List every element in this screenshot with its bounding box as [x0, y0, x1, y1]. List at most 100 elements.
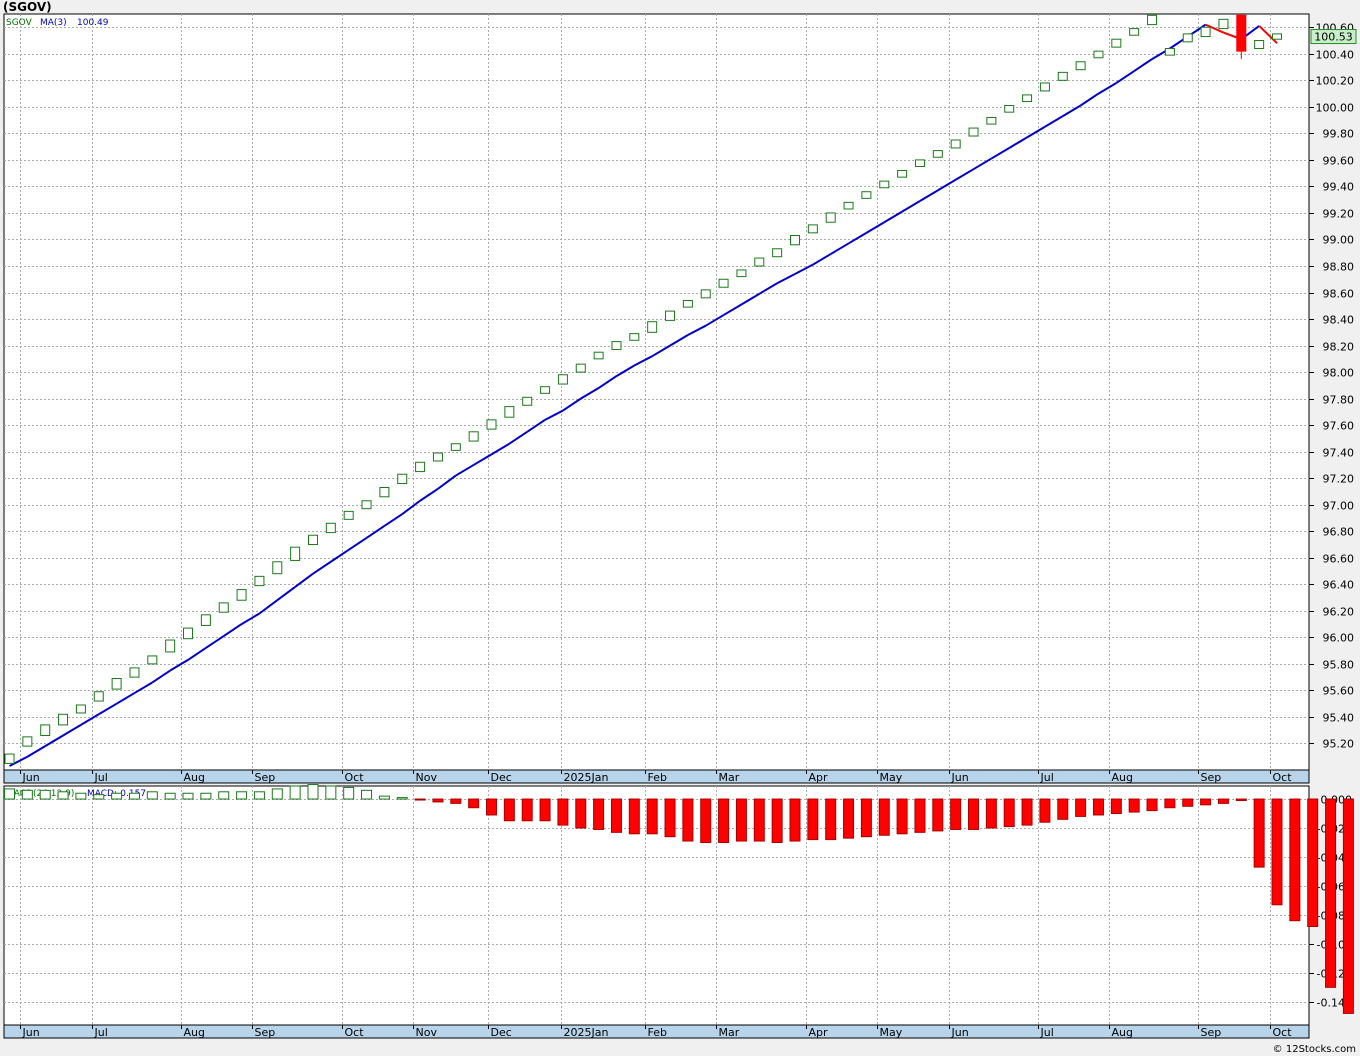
macd-bar — [75, 792, 87, 800]
price-x-tick-label: Oct — [1273, 771, 1293, 784]
candle — [736, 269, 747, 278]
macd-bar — [771, 798, 783, 843]
price-y-tick-label: 99.40 — [1323, 181, 1355, 194]
macd-bar — [1325, 798, 1337, 988]
macd-bar — [1342, 798, 1354, 1014]
candle — [700, 289, 711, 299]
macd-bar — [843, 798, 855, 839]
macd-bar — [503, 798, 515, 822]
macd-bar — [1271, 798, 1283, 906]
price-y-tick-label: 96.40 — [1323, 579, 1355, 592]
candle — [1272, 33, 1282, 40]
macd-bar — [825, 798, 837, 841]
macd-bar — [896, 798, 908, 835]
macd-bar — [1307, 798, 1319, 928]
macd-bar — [1164, 798, 1176, 809]
candle — [218, 602, 229, 613]
candle — [1004, 105, 1015, 113]
macd-bar — [521, 798, 533, 822]
macd-bar — [468, 798, 480, 809]
legend-ma-label: MA(3) — [40, 18, 67, 28]
macd-x-tick-label: Sep — [1201, 1026, 1222, 1039]
candle — [22, 736, 33, 747]
macd-bar — [575, 798, 587, 829]
macd-bar — [1075, 798, 1087, 817]
macd-bar — [1057, 798, 1069, 820]
candle — [1093, 50, 1104, 59]
macd-x-tick-label: Apr — [809, 1026, 829, 1039]
macd-bar — [1200, 798, 1212, 806]
macd-bar — [914, 798, 926, 833]
macd-x-tick-label: Sep — [255, 1026, 276, 1039]
macd-bar — [57, 791, 69, 800]
candle — [772, 248, 783, 258]
candle — [1129, 28, 1140, 36]
candle — [647, 321, 658, 333]
macd-bar — [1021, 798, 1033, 826]
candle — [486, 419, 497, 430]
candle — [325, 522, 336, 534]
macd-bar — [593, 798, 605, 830]
macd-x-tick-label: Mar — [719, 1026, 740, 1039]
price-y-tick-label: 99.00 — [1323, 234, 1355, 247]
candle — [290, 546, 301, 561]
candle — [1147, 14, 1158, 26]
candle — [593, 351, 604, 360]
price-x-tick-label: 2025Jan — [564, 771, 609, 784]
price-x-tick-label: Feb — [648, 771, 667, 784]
price-x-tick-label: Aug — [1112, 771, 1133, 784]
candle — [1200, 26, 1211, 38]
macd-bar — [664, 798, 676, 838]
macd-x-tick-label: Jul — [94, 1026, 108, 1039]
macd-bar — [950, 798, 962, 830]
price-x-tick-label: Sep — [255, 771, 276, 784]
candle — [1254, 40, 1265, 49]
candle — [1111, 38, 1122, 48]
macd-bar — [557, 798, 569, 826]
price-x-tick-label: Dec — [491, 771, 512, 784]
price-y-tick-label: 97.60 — [1323, 420, 1355, 433]
macd-bar — [1128, 798, 1140, 813]
macd-bar — [271, 788, 283, 800]
macd-bar — [1039, 798, 1051, 823]
last-price-label: 100.53 — [1314, 31, 1353, 44]
price-y-tick-label: 99.20 — [1323, 208, 1355, 221]
price-y-tick-label: 97.20 — [1323, 473, 1355, 486]
candle — [718, 278, 729, 288]
candle — [415, 461, 426, 473]
macd-bar — [700, 798, 712, 843]
candle — [843, 201, 854, 210]
chart-svg: 95.20 95.40 95.60 95.80 96.00 96.20 96.40 96.60… — [3, 13, 1357, 1039]
macd-bar — [1092, 798, 1104, 816]
candle — [825, 212, 836, 223]
macd-bar — [1110, 798, 1122, 815]
macd-bar — [610, 798, 622, 833]
candle — [1236, 14, 1247, 52]
candle — [557, 374, 568, 385]
macd-bar — [860, 798, 872, 838]
price-y-tick-label: 97.00 — [1323, 500, 1355, 513]
candle — [397, 473, 408, 485]
macd-x-tick-label: Nov — [416, 1026, 438, 1039]
price-y-tick-label: 95.20 — [1323, 738, 1355, 751]
candle — [1039, 82, 1050, 92]
footer-credit: © 12Stocks.com — [1272, 1044, 1356, 1055]
macd-bar — [1146, 798, 1158, 812]
candle — [468, 431, 479, 442]
candle — [1218, 18, 1229, 30]
macd-bar — [1235, 798, 1247, 801]
macd-x-tick-label: Jun — [951, 1026, 969, 1039]
candle — [611, 341, 622, 351]
macd-x-tick-label: Aug — [1112, 1026, 1133, 1039]
price-y-tick-label: 96.00 — [1323, 632, 1355, 645]
price-y-tick-label: 95.40 — [1323, 712, 1355, 725]
macd-bar — [1253, 798, 1265, 868]
candle — [879, 180, 890, 189]
macd-bar — [146, 791, 158, 800]
macd-bar — [93, 794, 105, 800]
macd-bar — [735, 798, 747, 842]
macd-bar — [182, 792, 194, 800]
macd-bar — [807, 798, 819, 841]
macd-bar — [718, 798, 730, 843]
price-x-tick-label: Jun — [22, 771, 40, 784]
